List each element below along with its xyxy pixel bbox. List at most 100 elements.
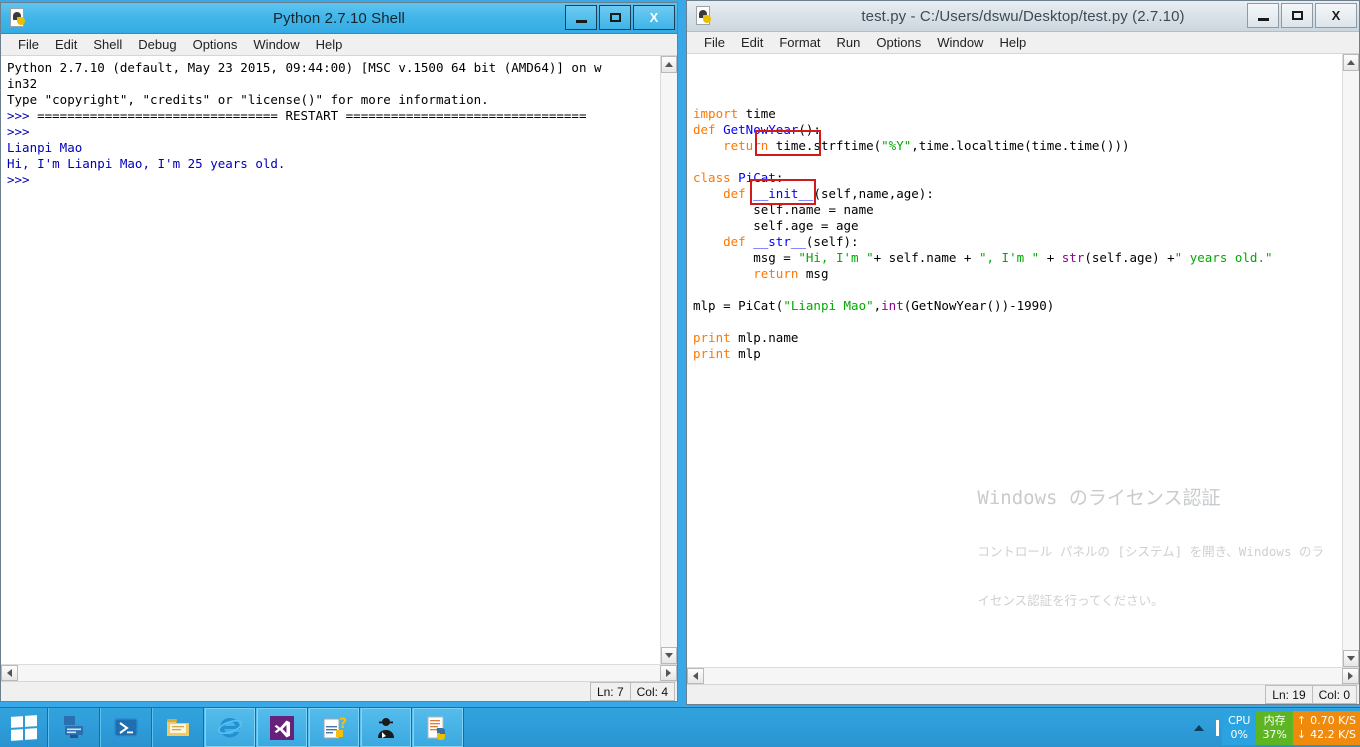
shell-menu-help[interactable]: Help [308,36,351,53]
shell-line: Python 2.7.10 (default, May 23 2015, 09:… [7,60,660,76]
download-arrow-icon: ↓ [1297,728,1306,742]
editor-token [716,122,724,137]
taskbar-item-powershell[interactable] [100,708,152,747]
maximize-button[interactable] [1281,3,1313,28]
system-tray[interactable]: CPU 0% 内存 37% ↑ ↓ 0.70 K/S 42.2 K/S [1186,708,1360,747]
editor-token: self.name = name [693,202,874,217]
shell-token: Python 2.7.10 (default, May 23 2015, 09:… [7,60,602,75]
shell-menu-options[interactable]: Options [185,36,246,53]
editor-line: print mlp.name [693,330,1342,346]
shell-horizontal-scrollbar[interactable] [1,664,677,681]
show-hidden-icons-chevron[interactable] [1186,708,1212,747]
taskbar-item-internet-explorer[interactable] [204,708,256,747]
editor-line [693,314,1342,330]
shell-line: Type "copyright", "credits" or "license(… [7,92,660,108]
editor-token: return [753,266,798,281]
editor-menu-file[interactable]: File [696,34,733,51]
editor-token: "Lianpi Mao" [783,298,873,313]
editor-col-indicator: Col: 0 [1312,685,1357,704]
scroll-left-button[interactable] [1,665,18,681]
start-button[interactable] [0,708,48,747]
editor-token: time [738,106,776,121]
editor-titlebar[interactable]: test.py - C:/Users/dswu/Desktop/test.py … [687,1,1359,32]
shell-token: Type "copyright", "credits" or "license(… [7,92,489,107]
editor-token: time.strftime( [768,138,881,153]
editor-token: def [693,122,716,137]
editor-token: + [1039,250,1062,265]
editor-line: mlp = PiCat("Lianpi Mao",int(GetNowYear(… [693,298,1342,314]
editor-token: return [723,138,768,153]
visual-studio-icon [268,714,296,742]
shell-line-indicator: Ln: 7 [590,682,630,701]
shell-line: in32 [7,76,660,92]
editor-line: class PiCat: [693,170,1342,186]
shell-titlebar[interactable]: Python 2.7.10 Shell X [1,3,677,34]
shell-menu-file[interactable]: File [10,36,47,53]
taskbar-item-python-editor[interactable] [412,708,464,747]
shell-menu-debug[interactable]: Debug [130,36,184,53]
editor-window-buttons[interactable]: X [1245,3,1357,28]
editor-token: GetNowYear [723,122,798,137]
editor-source-area[interactable]: Windows のライセンス認証 コントロール パネルの [システム] を開き、… [687,54,1342,667]
shell-output-area[interactable]: Python 2.7.10 (default, May 23 2015, 09:… [1,56,660,664]
editor-token: : [776,170,784,185]
maximize-button[interactable] [599,5,631,30]
editor-line [693,282,1342,298]
editor-horizontal-scrollbar[interactable] [687,667,1359,684]
windows-logo-icon [11,715,37,741]
scroll-down-button[interactable] [1343,650,1359,667]
close-button[interactable]: X [633,5,675,30]
cpu-monitor[interactable]: CPU 0% [1222,711,1256,745]
shell-menu-shell[interactable]: Shell [85,36,130,53]
memory-monitor[interactable]: 内存 37% [1256,711,1292,745]
editor-token: int [881,298,904,313]
editor-menu-window[interactable]: Window [929,34,991,51]
shell-vertical-scrollbar[interactable] [660,56,677,664]
scroll-up-button[interactable] [661,56,677,73]
taskbar-item-help-viewer[interactable]: ? [308,708,360,747]
minimize-button[interactable] [1247,3,1279,28]
shell-window-buttons[interactable]: X [563,5,675,30]
editor-menubar[interactable]: File Edit Format Run Options Window Help [687,32,1359,54]
scroll-track-horizontal[interactable] [18,665,660,681]
network-monitor[interactable]: ↑ ↓ 0.70 K/S 42.2 K/S [1293,711,1360,745]
editor-token: msg [798,266,828,281]
editor-menu-edit[interactable]: Edit [733,34,771,51]
shell-token: >>> [7,172,37,187]
python-shell-window[interactable]: Python 2.7.10 Shell X File Edit Shell De… [0,2,678,702]
scroll-right-button[interactable] [1342,668,1359,684]
shell-menu-edit[interactable]: Edit [47,36,85,53]
scroll-track[interactable] [661,73,677,647]
editor-token: "%Y" [881,138,911,153]
editor-line: msg = "Hi, I'm "+ self.name + ", I'm " +… [693,250,1342,266]
editor-menu-format[interactable]: Format [771,34,828,51]
scroll-right-button[interactable] [660,665,677,681]
shell-line: >>> ================================ RES… [7,108,660,124]
scroll-track[interactable] [1343,71,1359,650]
editor-menu-help[interactable]: Help [991,34,1034,51]
taskbar-item-visual-studio[interactable] [256,708,308,747]
editor-token [693,234,723,249]
scroll-left-button[interactable] [687,668,704,684]
editor-vertical-scrollbar[interactable] [1342,54,1359,667]
shell-menu-window[interactable]: Window [245,36,307,53]
taskbar[interactable]: ? [0,707,1360,747]
scroll-track-horizontal[interactable] [704,668,1342,684]
scroll-up-button[interactable] [1343,54,1359,71]
editor-menu-run[interactable]: Run [829,34,869,51]
taskbar-item-server-manager[interactable] [48,708,100,747]
editor-menu-options[interactable]: Options [868,34,929,51]
scroll-down-button[interactable] [661,647,677,664]
editor-line: def GetNowYear(): [693,122,1342,138]
python-editor-window[interactable]: test.py - C:/Users/dswu/Desktop/test.py … [686,0,1360,705]
shell-menubar[interactable]: File Edit Shell Debug Options Window Hel… [1,34,677,56]
system-monitor-widget[interactable]: CPU 0% 内存 37% ↑ ↓ 0.70 K/S 42.2 K/S [1222,711,1360,745]
taskbar-item-python-shell[interactable] [360,708,412,747]
editor-line: return time.strftime("%Y",time.localtime… [693,138,1342,154]
taskbar-item-file-explorer[interactable] [152,708,204,747]
powershell-icon [112,714,140,742]
editor-token: print [693,346,731,361]
close-button[interactable]: X [1315,3,1357,28]
minimize-button[interactable] [565,5,597,30]
upload-arrow-icon: ↑ [1297,714,1306,728]
